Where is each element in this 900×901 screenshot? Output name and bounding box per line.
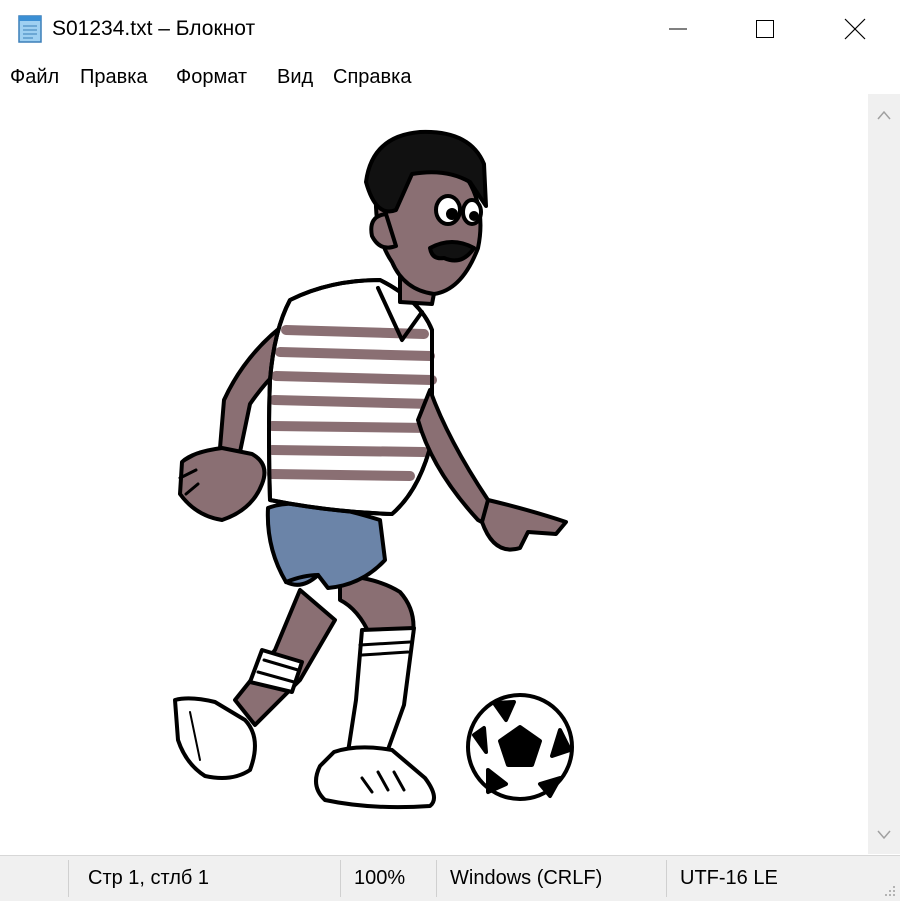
status-separator (340, 860, 341, 897)
status-separator (68, 860, 69, 897)
menu-bar: Файл Правка Формат Вид Справка (0, 60, 900, 94)
title-bar: S01234.txt – Блокнот (0, 0, 900, 58)
menu-file[interactable]: Файл (8, 64, 61, 90)
zoom-level: 100% (354, 867, 406, 889)
status-bar: Стр 1, стлб 1 100% Windows (CRLF) UTF-16… (0, 855, 900, 901)
text-editor[interactable] (0, 94, 868, 854)
encoding: UTF-16 LE (680, 867, 778, 889)
cursor-position: Стр 1, стлб 1 (88, 867, 210, 889)
menu-edit[interactable]: Правка (78, 64, 150, 90)
line-endings: Windows (CRLF) (450, 867, 603, 889)
close-button[interactable] (809, 0, 900, 58)
minimize-button[interactable] (632, 0, 724, 58)
menu-help[interactable]: Справка (331, 64, 413, 90)
scroll-up-icon[interactable] (877, 110, 891, 120)
minimize-icon (669, 28, 687, 30)
resize-grip-icon[interactable] (882, 883, 896, 897)
scroll-down-icon[interactable] (877, 830, 891, 840)
close-icon (844, 18, 866, 40)
maximize-icon (756, 20, 774, 38)
window-title: S01234.txt – Блокнот (52, 17, 256, 40)
status-separator (666, 860, 667, 897)
soccer-player-illustration (173, 129, 574, 810)
notepad-icon (18, 15, 42, 43)
menu-view[interactable]: Вид (275, 64, 315, 90)
status-separator (436, 860, 437, 897)
vertical-scrollbar[interactable] (868, 94, 900, 854)
menu-format[interactable]: Формат (174, 64, 249, 90)
maximize-button[interactable] (719, 0, 811, 58)
